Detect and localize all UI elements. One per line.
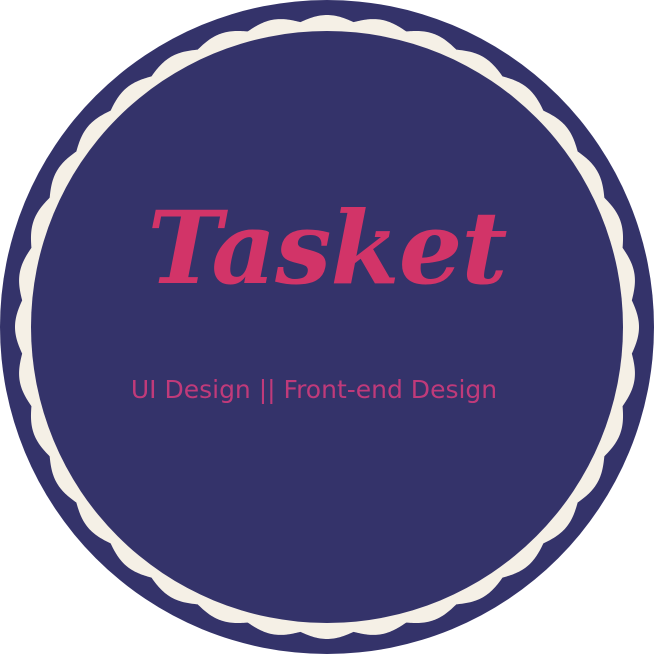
tasket-badge: Tasket UI Design || Front-end Design <box>0 0 654 654</box>
badge-title: Tasket <box>147 189 507 307</box>
inner-circle <box>31 31 623 623</box>
badge-graphic <box>0 0 654 654</box>
badge-subtitle: UI Design || Front-end Design <box>130 375 498 404</box>
